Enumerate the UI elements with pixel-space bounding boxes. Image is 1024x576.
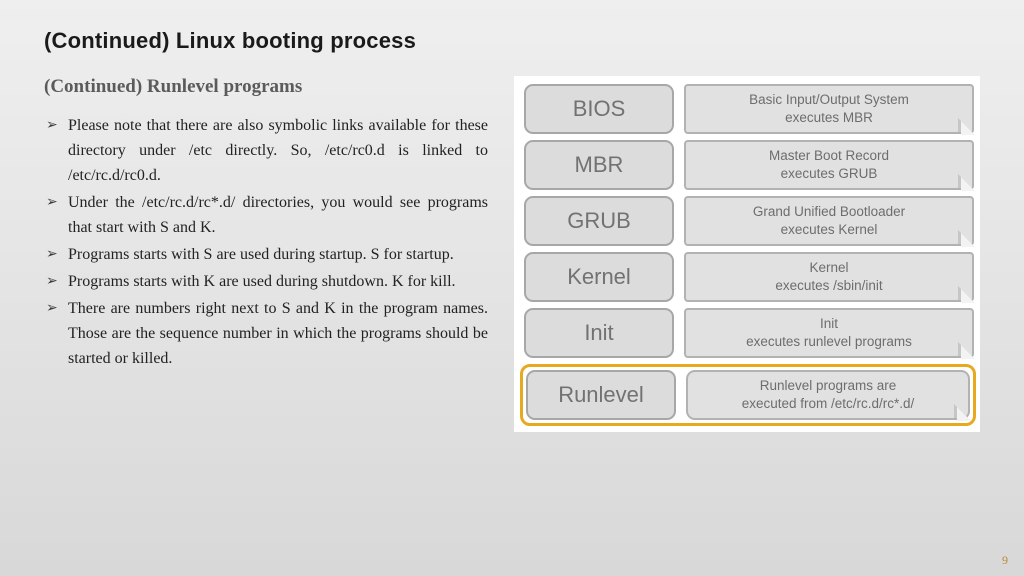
slide-title: (Continued) Linux booting process — [44, 28, 980, 54]
stage-desc-line: executes /sbin/init — [775, 277, 882, 295]
text-column: (Continued) Runlevel programs Please not… — [44, 76, 488, 374]
stage-desc-line: Kernel — [809, 259, 848, 277]
stage-description: Basic Input/Output System executes MBR — [684, 84, 974, 134]
stage-desc-line: Basic Input/Output System — [749, 91, 909, 109]
list-item: Please note that there are also symbolic… — [46, 114, 488, 189]
list-item: Under the /etc/rc.d/rc*.d/ directories, … — [46, 191, 488, 241]
list-item: Programs starts with K are used during s… — [46, 270, 488, 295]
page-fold-icon — [954, 404, 968, 418]
stage-description: Runlevel programs are executed from /etc… — [686, 370, 970, 420]
boot-diagram: BIOS Basic Input/Output System executes … — [514, 76, 980, 432]
stage-desc-line: executes Kernel — [781, 221, 878, 239]
stage-description: Master Boot Record executes GRUB — [684, 140, 974, 190]
diagram-row-bios: BIOS Basic Input/Output System executes … — [524, 84, 974, 134]
stage-desc-line: executes GRUB — [781, 165, 878, 183]
stage-desc-line: executes runlevel programs — [746, 333, 912, 351]
stage-desc-line: Grand Unified Bootloader — [753, 203, 905, 221]
stage-desc-line: executes MBR — [785, 109, 873, 127]
stage-description: Init executes runlevel programs — [684, 308, 974, 358]
list-item: Programs starts with S are used during s… — [46, 243, 488, 268]
stage-desc-line: Runlevel programs are — [760, 377, 897, 395]
stage-label: MBR — [524, 140, 674, 190]
page-fold-icon — [958, 230, 972, 244]
page-fold-icon — [958, 286, 972, 300]
content-area: (Continued) Runlevel programs Please not… — [44, 76, 980, 432]
diagram-row-grub: GRUB Grand Unified Bootloader executes K… — [524, 196, 974, 246]
section-subtitle: (Continued) Runlevel programs — [44, 76, 488, 98]
diagram-row-runlevel: Runlevel Runlevel programs are executed … — [520, 364, 976, 426]
stage-desc-line: executed from /etc/rc.d/rc*.d/ — [742, 395, 915, 413]
stage-label: BIOS — [524, 84, 674, 134]
stage-label: Kernel — [524, 252, 674, 302]
stage-label: Runlevel — [526, 370, 676, 420]
page-number: 9 — [1002, 553, 1008, 568]
page-fold-icon — [958, 342, 972, 356]
stage-description: Kernel executes /sbin/init — [684, 252, 974, 302]
diagram-row-kernel: Kernel Kernel executes /sbin/init — [524, 252, 974, 302]
diagram-row-init: Init Init executes runlevel programs — [524, 308, 974, 358]
page-fold-icon — [958, 118, 972, 132]
list-item: There are numbers right next to S and K … — [46, 297, 488, 372]
stage-label: GRUB — [524, 196, 674, 246]
stage-desc-line: Init — [820, 315, 838, 333]
slide: (Continued) Linux booting process (Conti… — [0, 0, 1024, 576]
stage-desc-line: Master Boot Record — [769, 147, 889, 165]
stage-label: Init — [524, 308, 674, 358]
bullet-list: Please note that there are also symbolic… — [44, 114, 488, 372]
stage-description: Grand Unified Bootloader executes Kernel — [684, 196, 974, 246]
page-fold-icon — [958, 174, 972, 188]
diagram-row-mbr: MBR Master Boot Record executes GRUB — [524, 140, 974, 190]
